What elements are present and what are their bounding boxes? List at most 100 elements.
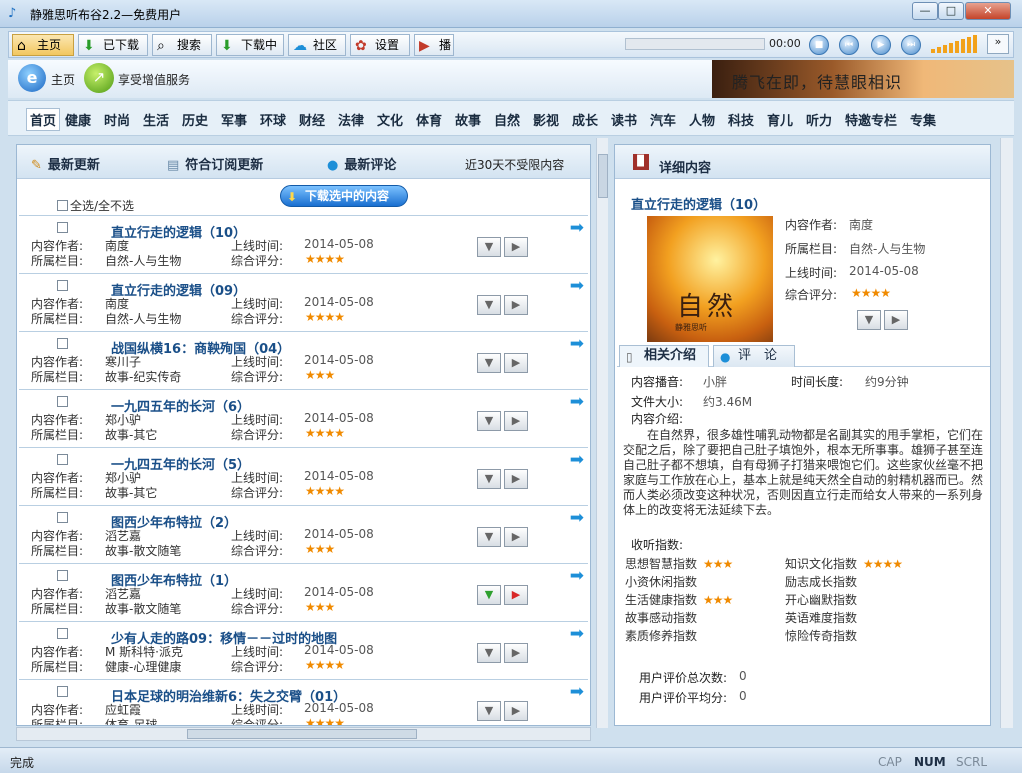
vip-arrow-icon[interactable]: ↗ <box>84 63 114 93</box>
toolbar-play-button[interactable]: ▶ 播 <box>414 34 454 56</box>
left-hscroll-thumb[interactable] <box>187 729 417 739</box>
item-play-button[interactable]: ▶ <box>504 527 528 547</box>
category-18[interactable]: 科技 <box>728 110 754 129</box>
left-vertical-scrollbar[interactable] <box>596 138 608 728</box>
item-checkbox[interactable] <box>57 512 68 523</box>
item-checkbox[interactable] <box>57 570 68 581</box>
item-download-button[interactable]: ▼ <box>477 701 501 721</box>
category-21[interactable]: 特邀专栏 <box>845 110 897 129</box>
list-item[interactable]: 图西少年布特拉（1） 内容作者: 滔艺嘉 所属栏目: 故事-散文随笔 上线时间: 2014-… <box>19 563 588 619</box>
expand-button[interactable]: » <box>987 34 1009 54</box>
left-horizontal-scrollbar[interactable] <box>16 727 591 741</box>
item-play-button[interactable]: ▶ <box>504 701 528 721</box>
item-download-button[interactable]: ▼ <box>477 469 501 489</box>
vip-service-link[interactable]: 享受增值服务 <box>118 71 190 88</box>
item-checkbox[interactable] <box>57 280 68 291</box>
download-selected-button[interactable]: ⬇ 下载选中的内容 <box>280 185 408 207</box>
tab-comments[interactable]: ● 评 论 <box>713 345 795 367</box>
volume-slider[interactable] <box>931 35 983 53</box>
category-10[interactable]: 体育 <box>416 110 442 129</box>
list-item[interactable]: 战国纵横16：商鞅殉国（04） 内容作者: 寒川子 所属栏目: 故事-纪实传奇 上线时间:… <box>19 331 588 387</box>
category-14[interactable]: 成长 <box>572 110 598 129</box>
select-all-checkbox[interactable]: 全选/全不选 <box>57 197 134 214</box>
banner-ad[interactable]: 腾飞在即，待慧眼相识 <box>712 60 1014 98</box>
ie-home-icon[interactable]: e <box>18 64 46 92</box>
toolbar-community-button[interactable]: ☁ 社区 <box>288 34 346 56</box>
item-play-button[interactable]: ▶ <box>504 411 528 431</box>
item-download-button[interactable]: ▼ <box>477 643 501 663</box>
item-play-button[interactable]: ▶ <box>504 585 528 605</box>
left-scroll-thumb[interactable] <box>598 154 608 198</box>
category-7[interactable]: 财经 <box>299 110 325 129</box>
item-open-arrow-icon[interactable]: ➡ <box>570 566 584 586</box>
category-2[interactable]: 时尚 <box>104 110 130 129</box>
tab-latest-updates[interactable]: ✎ 最新更新 <box>31 154 100 173</box>
category-19[interactable]: 育儿 <box>767 110 793 129</box>
playback-progress[interactable] <box>625 38 765 50</box>
right-vertical-scrollbar[interactable] <box>1000 138 1013 728</box>
item-checkbox[interactable] <box>57 454 68 465</box>
item-checkbox[interactable] <box>57 222 68 233</box>
item-open-arrow-icon[interactable]: ➡ <box>570 450 584 470</box>
item-open-arrow-icon[interactable]: ➡ <box>570 218 584 238</box>
previous-button[interactable]: ⏮ <box>839 35 859 55</box>
item-download-button[interactable]: ▼ <box>477 353 501 373</box>
item-open-arrow-icon[interactable]: ➡ <box>570 508 584 528</box>
item-play-button[interactable]: ▶ <box>504 643 528 663</box>
tab-related-intro[interactable]: ▯ 相关介绍 <box>619 345 709 367</box>
item-play-button[interactable]: ▶ <box>504 469 528 489</box>
next-button[interactable]: ⏭ <box>901 35 921 55</box>
item-checkbox[interactable] <box>57 396 68 407</box>
toolbar-settings-button[interactable]: ✿ 设置 <box>350 34 410 56</box>
list-item[interactable]: 直立行走的逻辑（09） 内容作者: 南度 所属栏目: 自然-人与生物 上线时间: 2014-… <box>19 273 588 329</box>
list-item[interactable]: 日本足球的明治维新6：失之交臂（01） 内容作者: 应虹霞 所属栏目: 体育-足球 上线时… <box>19 679 588 725</box>
category-5[interactable]: 军事 <box>221 110 247 129</box>
item-open-arrow-icon[interactable]: ➡ <box>570 392 584 412</box>
category-13[interactable]: 影视 <box>533 110 559 129</box>
item-open-arrow-icon[interactable]: ➡ <box>570 276 584 296</box>
stop-button[interactable]: ■ <box>809 35 829 55</box>
item-title[interactable]: 直立行走的逻辑（10） <box>111 222 246 241</box>
category-8[interactable]: 法律 <box>338 110 364 129</box>
detail-download-button[interactable]: ▼ <box>857 310 881 330</box>
category-11[interactable]: 故事 <box>455 110 481 129</box>
category-12[interactable]: 自然 <box>494 110 520 129</box>
toolbar-home-button[interactable]: ⌂ 主页 <box>12 34 74 56</box>
list-item[interactable]: 少有人走的路09：移情－－过时的地图 内容作者: M 斯科特·派克 所属栏目: 健康-心… <box>19 621 588 677</box>
item-checkbox[interactable] <box>57 338 68 349</box>
category-22[interactable]: 专集 <box>910 110 936 129</box>
category-3[interactable]: 生活 <box>143 110 169 129</box>
category-17[interactable]: 人物 <box>689 110 715 129</box>
tab-latest-comments[interactable]: ● 最新评论 <box>327 154 396 173</box>
list-item[interactable]: 图西少年布特拉（2） 内容作者: 滔艺嘉 所属栏目: 故事-散文随笔 上线时间: 2014-… <box>19 505 588 561</box>
item-play-button[interactable]: ▶ <box>504 353 528 373</box>
category-20[interactable]: 听力 <box>806 110 832 129</box>
item-open-arrow-icon[interactable]: ➡ <box>570 682 584 702</box>
item-title[interactable]: 直立行走的逻辑（09） <box>111 280 246 299</box>
detail-play-button[interactable]: ▶ <box>884 310 908 330</box>
category-0[interactable]: 首页 <box>26 108 61 131</box>
toolbar-search-button[interactable]: ⌕ 搜索 <box>152 34 212 56</box>
select-all-box[interactable] <box>57 200 68 211</box>
minimize-button[interactable]: — <box>912 2 938 20</box>
maximize-button[interactable]: □ <box>938 2 964 20</box>
item-checkbox[interactable] <box>57 686 68 697</box>
category-9[interactable]: 文化 <box>377 110 403 129</box>
list-item[interactable]: 直立行走的逻辑（10） 内容作者: 南度 所属栏目: 自然-人与生物 上线时间: 2014-… <box>19 215 588 271</box>
item-download-button[interactable]: ▼ <box>477 585 501 605</box>
list-item[interactable]: 一九四五年的长河（6） 内容作者: 郑小驴 所属栏目: 故事-其它 上线时间: 2014-0… <box>19 389 588 445</box>
item-download-button[interactable]: ▼ <box>477 295 501 315</box>
item-open-arrow-icon[interactable]: ➡ <box>570 334 584 354</box>
play-pause-button[interactable]: ▶ <box>871 35 891 55</box>
tab-subscription-updates[interactable]: ▤ 符合订阅更新 <box>167 154 263 173</box>
item-open-arrow-icon[interactable]: ➡ <box>570 624 584 644</box>
close-button[interactable]: ✕ <box>965 2 1011 20</box>
category-15[interactable]: 读书 <box>611 110 637 129</box>
item-download-button[interactable]: ▼ <box>477 411 501 431</box>
category-4[interactable]: 历史 <box>182 110 208 129</box>
toolbar-downloaded-button[interactable]: ⬇ 已下载 <box>78 34 148 56</box>
item-play-button[interactable]: ▶ <box>504 237 528 257</box>
category-16[interactable]: 汽车 <box>650 110 676 129</box>
item-checkbox[interactable] <box>57 628 68 639</box>
toolbar-downloading-button[interactable]: ⬇ 下载中 <box>216 34 284 56</box>
